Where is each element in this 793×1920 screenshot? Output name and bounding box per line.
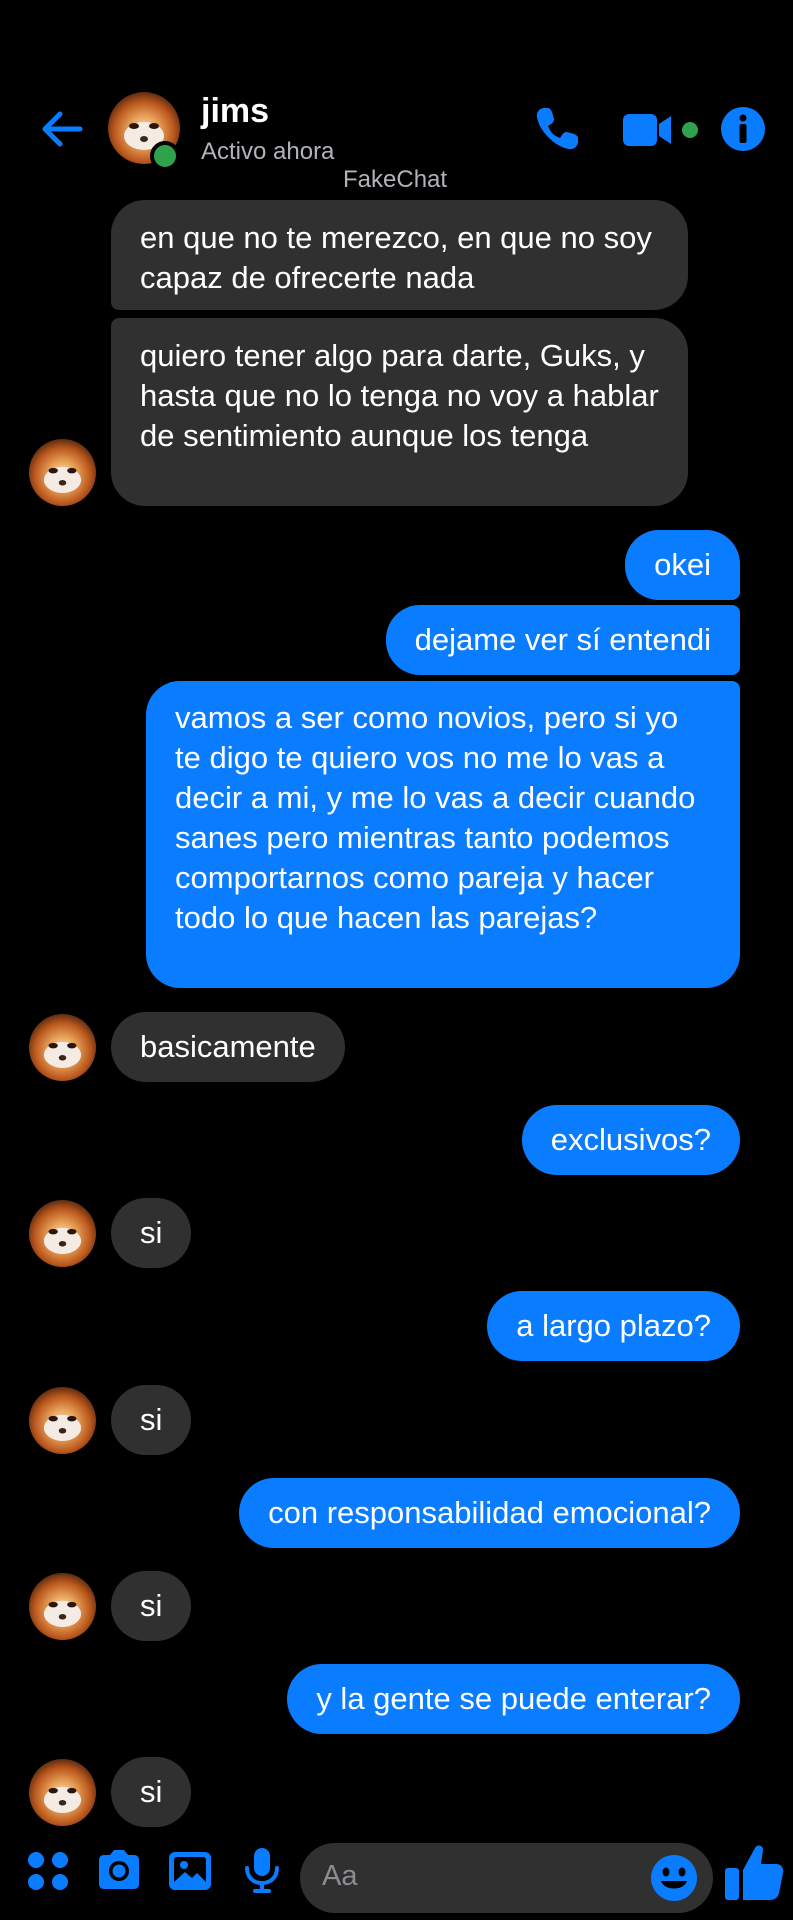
video-camera-icon[interactable] xyxy=(621,110,701,150)
message-text: okei xyxy=(654,547,711,582)
fox-avatar-image xyxy=(29,1759,96,1826)
thumbs-up-icon[interactable] xyxy=(722,1840,786,1904)
fox-avatar-image xyxy=(29,1014,96,1081)
smiley-emoji-icon[interactable] xyxy=(649,1853,699,1903)
message-bubble-incoming[interactable]: si xyxy=(111,1385,192,1455)
phone-icon[interactable] xyxy=(530,102,584,156)
message-bubble-incoming[interactable]: quiero tener algo para darte, Guks, y ha… xyxy=(111,318,688,506)
message-input[interactable]: Aa xyxy=(300,1843,713,1913)
contact-avatar-small[interactable] xyxy=(29,1573,96,1640)
contact-name[interactable]: jims xyxy=(201,92,269,131)
message-bubble-incoming[interactable]: basicamente xyxy=(111,1012,345,1082)
contact-status: Activo ahora xyxy=(201,138,335,165)
fox-avatar-image xyxy=(29,1200,96,1267)
message-text: exclusivos? xyxy=(550,1122,711,1157)
message-bubble-incoming[interactable]: si xyxy=(111,1571,192,1641)
message-text: si xyxy=(140,1588,163,1623)
fox-avatar-image xyxy=(29,439,96,506)
message-input-placeholder: Aa xyxy=(322,1860,358,1892)
message-text: en que no te merezco, en que no soy capa… xyxy=(140,220,652,295)
fox-avatar-image xyxy=(29,1573,96,1640)
contact-avatar-small[interactable] xyxy=(29,1200,96,1267)
message-text: dejame ver sí entendi xyxy=(414,622,711,657)
contact-avatar-small[interactable] xyxy=(29,1387,96,1454)
message-text: si xyxy=(140,1215,163,1250)
fox-avatar-image xyxy=(29,1387,96,1454)
info-icon[interactable] xyxy=(719,105,767,153)
message-text: vamos a ser como novios, pero si yo te d… xyxy=(175,700,696,935)
message-text: si xyxy=(140,1774,163,1809)
watermark-label: FakeChat xyxy=(343,166,448,193)
message-text: basicamente xyxy=(140,1029,316,1064)
message-bubble-outgoing[interactable]: a largo plazo? xyxy=(487,1291,740,1361)
four-dots-menu-icon[interactable] xyxy=(24,1846,72,1894)
message-text: con responsabilidad emocional? xyxy=(268,1495,711,1530)
message-text: a largo plazo? xyxy=(516,1308,711,1343)
back-arrow-icon[interactable] xyxy=(36,104,86,154)
message-bubble-outgoing[interactable]: y la gente se puede enterar? xyxy=(287,1664,740,1734)
chat-header: jims Activo ahora FakeChat xyxy=(0,0,793,200)
message-bubble-outgoing[interactable]: exclusivos? xyxy=(521,1105,740,1175)
contact-avatar-small[interactable] xyxy=(29,439,96,506)
message-bubble-incoming[interactable]: si xyxy=(111,1198,192,1268)
message-text: y la gente se puede enterar? xyxy=(316,1681,711,1716)
contact-avatar-small[interactable] xyxy=(29,1759,96,1826)
camera-icon[interactable] xyxy=(95,1846,143,1894)
message-bubble-incoming[interactable]: si xyxy=(111,1757,192,1827)
contact-avatar-small[interactable] xyxy=(29,1014,96,1081)
message-text: si xyxy=(140,1402,163,1437)
message-bubble-outgoing[interactable]: vamos a ser como novios, pero si yo te d… xyxy=(146,681,740,988)
message-bubble-outgoing[interactable]: con responsabilidad emocional? xyxy=(239,1478,740,1548)
microphone-icon[interactable] xyxy=(238,1846,286,1894)
message-composer: Aa xyxy=(0,1830,793,1920)
message-text: quiero tener algo para darte, Guks, y ha… xyxy=(140,338,659,453)
image-gallery-icon[interactable] xyxy=(166,1846,214,1894)
online-status-dot xyxy=(150,141,180,171)
message-bubble-outgoing[interactable]: okei xyxy=(625,530,740,600)
message-bubble-outgoing[interactable]: dejame ver sí entendi xyxy=(385,605,740,675)
message-bubble-incoming[interactable]: en que no te merezco, en que no soy capa… xyxy=(111,200,688,310)
